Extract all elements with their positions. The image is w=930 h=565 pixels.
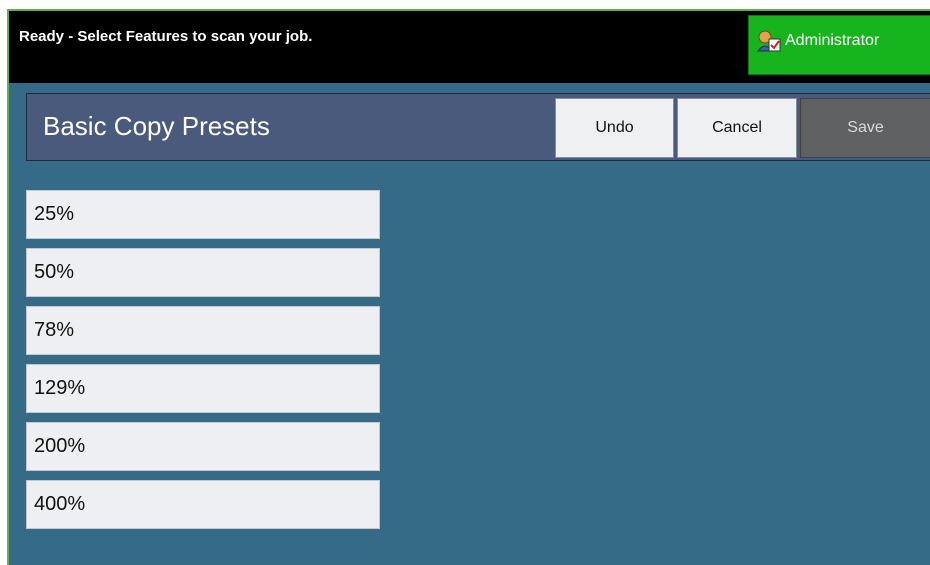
preset-item[interactable]: 25% — [26, 190, 380, 239]
administrator-icon — [756, 30, 782, 52]
preset-item[interactable]: 78% — [26, 306, 380, 355]
device-screen: Ready - Select Features to scan your job… — [7, 9, 930, 565]
preset-item[interactable]: 50% — [26, 248, 380, 297]
preset-item[interactable]: 400% — [26, 480, 380, 529]
page-title: Basic Copy Presets — [43, 111, 270, 141]
cancel-button[interactable]: Cancel — [677, 98, 797, 158]
header-bar: Basic Copy Presets Undo Cancel Save — [26, 93, 930, 161]
administrator-label: Administrator — [785, 32, 880, 49]
save-button[interactable]: Save — [800, 98, 930, 158]
preset-item[interactable]: 200% — [26, 422, 380, 471]
preset-item[interactable]: 129% — [26, 364, 380, 413]
undo-button[interactable]: Undo — [555, 98, 674, 158]
administrator-button[interactable]: Administrator — [748, 15, 930, 75]
status-bar: Ready - Select Features to scan your job… — [9, 11, 930, 83]
status-message: Ready - Select Features to scan your job… — [19, 28, 313, 45]
